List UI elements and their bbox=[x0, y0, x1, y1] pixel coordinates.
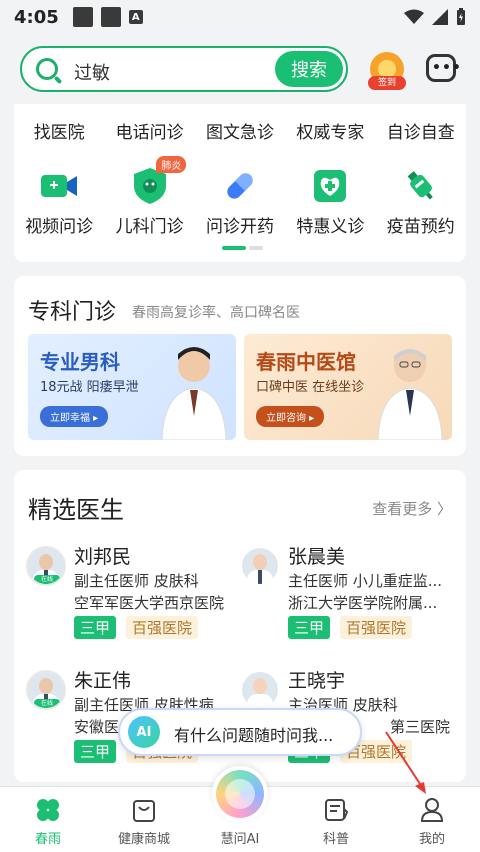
annotation-arrow bbox=[385, 731, 426, 794]
